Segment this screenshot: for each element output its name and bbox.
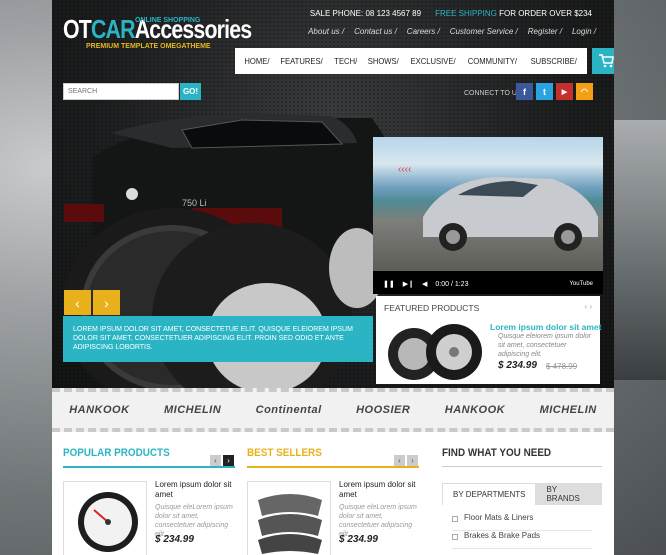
logo-subtitle: PREMIUM TEMPLATE OMEGATHEME — [86, 43, 211, 50]
category-list: Floor Mats & Liners Brakes & Brake Pads — [452, 513, 592, 549]
video-player[interactable]: ‹‹‹‹ ❚❚ ▶❙ ◀ 0:00 / 1:23 YouTube — [373, 137, 603, 294]
brake-pads-image — [258, 494, 322, 554]
nav-community[interactable]: COMMUNITY/ — [468, 56, 517, 66]
nav-features[interactable]: FEATURES/ — [280, 56, 322, 66]
brand-hankook[interactable]: HANKOOK — [69, 404, 129, 416]
featured-products: FEATURED PRODUCTS ‹ › Lorem ipsum dolor … — [376, 296, 601, 384]
hero-caption: LOREM IPSUM DOLOR SIT AMET, CONSECTETUE … — [63, 316, 373, 362]
featured-old-price: $ 478.99 — [546, 362, 578, 371]
brand-hankook-2[interactable]: HANKOOK — [445, 404, 505, 416]
find-title: FIND WHAT YOU NEED — [442, 447, 552, 459]
nav-tech[interactable]: TECH/ — [334, 56, 357, 66]
category-floor-mats[interactable]: Floor Mats & Liners — [452, 513, 592, 531]
brand-michelin-2[interactable]: MICHELIN — [540, 404, 597, 416]
video-frame: ‹‹‹‹ — [373, 137, 603, 271]
bestsellers-price: $ 234.99 — [339, 534, 378, 545]
logo-tagline: ONLINE SHOPPING — [135, 17, 201, 24]
top-links: About us / Contact us / Careers / Custom… — [308, 27, 596, 36]
next-icon[interactable]: ▶❙ — [403, 280, 414, 288]
bestsellers-product-image[interactable] — [247, 481, 331, 555]
cart-button[interactable] — [592, 48, 614, 74]
brand-hoosier[interactable]: HOOSIER — [356, 404, 410, 416]
bestsellers-product-name[interactable]: Lorem ipsum dolor sit amet — [339, 480, 424, 500]
slider-next-button[interactable]: › — [93, 290, 120, 315]
page: OTCARAccessories ONLINE SHOPPING PREMIUM… — [52, 0, 614, 555]
link-careers[interactable]: Careers / — [407, 27, 440, 36]
popular-prev[interactable]: ‹ — [210, 455, 221, 466]
tab-by-departments[interactable]: BY DEPARTMENTS — [442, 483, 537, 505]
featured-arrows[interactable]: ‹ › — [584, 302, 592, 311]
free-shipping: FREE SHIPPING — [435, 9, 497, 18]
search-button[interactable]: GO! — [180, 83, 201, 100]
volume-icon[interactable]: ◀ — [422, 280, 427, 288]
nav-exclusive[interactable]: EXCLUSIVE/ — [410, 56, 455, 66]
bestsellers-next[interactable]: › — [407, 455, 418, 466]
video-brand: YouTube — [569, 281, 593, 287]
bestsellers-underline — [247, 466, 419, 468]
header-area: OTCARAccessories ONLINE SHOPPING PREMIUM… — [52, 0, 614, 388]
car-video-image: ‹‹‹‹ — [398, 164, 598, 251]
cart-icon — [599, 54, 614, 68]
featured-price: $ 234.99 — [498, 360, 537, 371]
main-nav: HOME/ FEATURES/ TECH/ SHOWS/ EXCLUSIVE/ … — [235, 48, 587, 74]
nav-shows[interactable]: SHOWS/ — [367, 56, 398, 66]
rss-icon[interactable]: ◠ — [576, 83, 593, 100]
svg-text:750 Li: 750 Li — [182, 198, 207, 208]
search-input[interactable] — [63, 83, 179, 100]
logo[interactable]: OTCARAccessories ONLINE SHOPPING PREMIUM… — [63, 14, 293, 50]
link-contact[interactable]: Contact us / — [354, 27, 397, 36]
chevron-left-icon: ‹ — [75, 294, 80, 311]
bestsellers-title: BEST SELLERS — [247, 447, 322, 459]
link-about[interactable]: About us / — [308, 27, 344, 36]
svg-text:‹‹‹‹: ‹‹‹‹ — [398, 164, 411, 175]
tires-image — [388, 324, 482, 380]
sale-phone: SALE PHONE: 08 123 4567 89 — [309, 9, 422, 18]
link-customer-service[interactable]: Customer Service / — [450, 27, 518, 36]
featured-title: FEATURED PRODUCTS — [384, 303, 480, 313]
video-controls: ❚❚ ▶❙ ◀ 0:00 / 1:23 YouTube — [373, 274, 603, 294]
slider-arrows: ‹ › — [64, 290, 122, 315]
link-login[interactable]: Login / — [572, 27, 596, 36]
popular-underline — [63, 466, 235, 468]
twitter-icon[interactable]: t — [536, 83, 553, 100]
popular-next[interactable]: › — [223, 455, 234, 466]
popular-price: $ 234.99 — [155, 534, 194, 545]
popular-product-name[interactable]: Lorem ipsum dolor sit amet — [155, 480, 240, 500]
gauge-image — [78, 492, 138, 552]
slider-prev-button[interactable]: ‹ — [64, 290, 91, 315]
featured-product-desc: Quisque eleiorem ipsum dolor sit amet, c… — [498, 333, 591, 358]
connect-label: CONNECT TO US: — [464, 90, 524, 97]
category-brakes[interactable]: Brakes & Brake Pads — [452, 531, 592, 549]
brand-continental[interactable]: Continental — [256, 404, 322, 416]
bestsellers-prev[interactable]: ‹ — [394, 455, 405, 466]
find-tabs: BY DEPARTMENTS BY BRANDS — [442, 483, 602, 505]
popular-title: POPULAR PRODUCTS — [63, 447, 170, 459]
link-register[interactable]: Register / — [528, 27, 562, 36]
pause-icon[interactable]: ❚❚ — [383, 280, 395, 288]
tab-by-brands[interactable]: BY BRANDS — [536, 483, 602, 505]
find-underline — [442, 466, 602, 467]
facebook-icon[interactable]: f — [516, 83, 533, 100]
featured-product-name[interactable]: Lorem ipsum dolor sit amet — [490, 322, 601, 332]
nav-home[interactable]: HOME/ — [244, 56, 269, 66]
chevron-right-icon: › — [104, 294, 109, 311]
popular-product-image[interactable] — [63, 481, 147, 555]
nav-subscribe[interactable]: SUBSCRIBE/ — [530, 56, 576, 66]
video-time: 0:00 / 1:23 — [435, 280, 469, 288]
brand-michelin[interactable]: MICHELIN — [164, 404, 221, 416]
youtube-icon[interactable]: ▶ — [556, 83, 573, 100]
top-info: SALE PHONE: 08 123 4567 89 FREE SHIPPING … — [309, 9, 592, 18]
brands-strip: HANKOOK MICHELIN Continental HOOSIER HAN… — [52, 388, 614, 432]
